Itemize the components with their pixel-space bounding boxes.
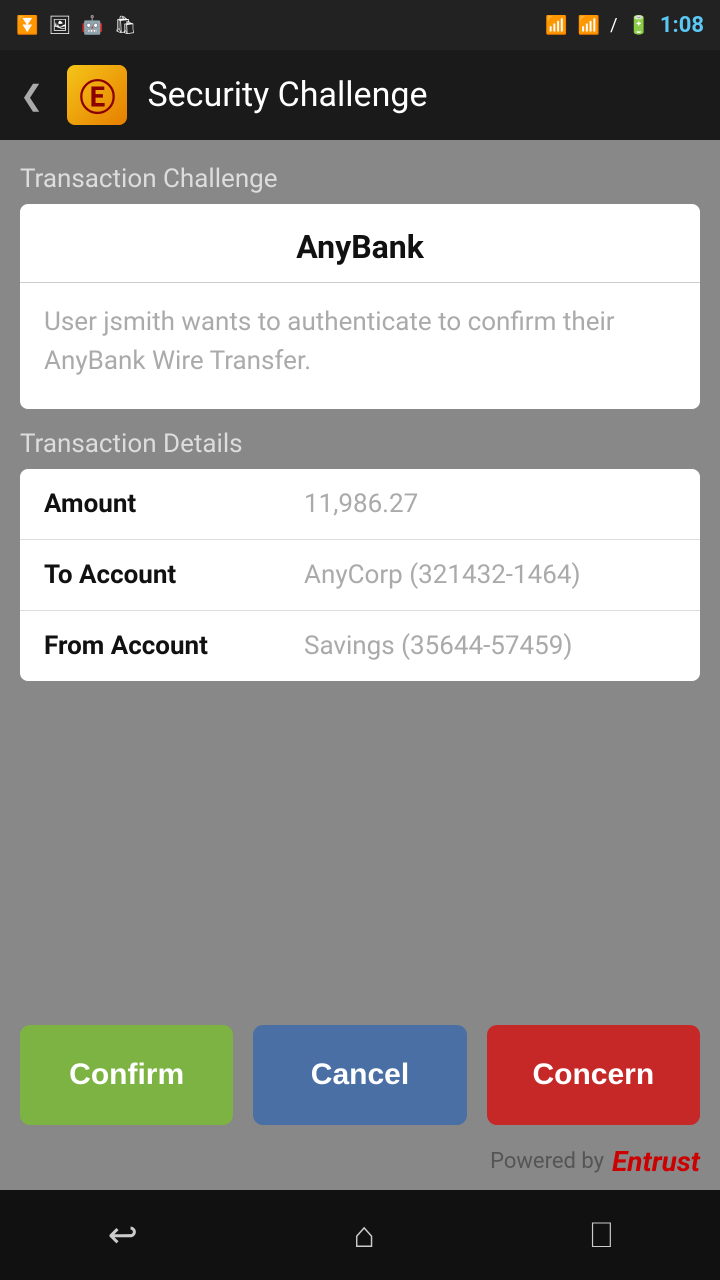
challenge-message: User jsmith wants to authenticate to con… xyxy=(20,283,700,409)
app-bar-title: Security Challenge xyxy=(147,75,427,115)
download-icon: ⏬ xyxy=(16,15,38,36)
to-account-label: To Account xyxy=(44,560,304,590)
status-bar: ⏬ 🖼 🤖 🛍 📶 📶 / 🔋 1:08 xyxy=(0,0,720,50)
transaction-details-label: Transaction Details xyxy=(20,429,700,459)
nav-recents-icon[interactable]: ⎕ xyxy=(591,1214,613,1257)
transaction-details-section: Transaction Details Amount 11,986.27 To … xyxy=(20,429,700,681)
bluetooth-icon: 📶 xyxy=(545,15,567,36)
battery-icon: 🔋 xyxy=(628,15,650,36)
main-content: Transaction Challenge AnyBank User jsmit… xyxy=(0,140,720,1025)
to-account-value: AnyCorp (321432-1464) xyxy=(304,560,581,590)
wifi-icon: 📶 xyxy=(578,15,600,36)
transaction-challenge-card: AnyBank User jsmith wants to authenticat… xyxy=(20,204,700,409)
back-button[interactable]: ❮ xyxy=(20,79,43,112)
from-account-value: Savings (35644-57459) xyxy=(304,631,572,661)
table-row: To Account AnyCorp (321432-1464) xyxy=(20,540,700,611)
table-row: From Account Savings (35644-57459) xyxy=(20,611,700,681)
app-bar: ❮ Ⓔ Security Challenge xyxy=(0,50,720,140)
table-row: Amount 11,986.27 xyxy=(20,469,700,540)
status-time: 1:08 xyxy=(660,13,704,38)
nav-home-icon[interactable]: ⌂ xyxy=(353,1214,375,1256)
from-account-label: From Account xyxy=(44,631,304,661)
status-icons-left: ⏬ 🖼 🤖 🛍 xyxy=(16,15,137,36)
bag-icon: 🛍 xyxy=(114,15,137,36)
image-icon: 🖼 xyxy=(48,15,71,36)
confirm-button[interactable]: Confirm xyxy=(20,1025,233,1125)
android-icon: 🤖 xyxy=(81,15,103,36)
amount-label: Amount xyxy=(44,489,304,519)
amount-value: 11,986.27 xyxy=(304,489,418,519)
navigation-bar: ↩ ⌂ ⎕ xyxy=(0,1190,720,1280)
nav-back-icon[interactable]: ↩ xyxy=(108,1214,138,1256)
status-icons-right: 📶 📶 / 🔋 1:08 xyxy=(545,13,704,38)
action-buttons: Confirm Cancel Concern xyxy=(0,1025,720,1145)
powered-by-text: Powered by xyxy=(490,1149,604,1174)
powered-by-brand: Entrust xyxy=(612,1145,700,1178)
cancel-button[interactable]: Cancel xyxy=(253,1025,466,1125)
concern-button[interactable]: Concern xyxy=(487,1025,700,1125)
powered-by: Powered by Entrust xyxy=(0,1145,720,1190)
transaction-details-card: Amount 11,986.27 To Account AnyCorp (321… xyxy=(20,469,700,681)
transaction-challenge-section: Transaction Challenge AnyBank User jsmit… xyxy=(20,164,700,409)
transaction-challenge-label: Transaction Challenge xyxy=(20,164,700,194)
app-icon: Ⓔ xyxy=(67,65,127,125)
signal-icon: / xyxy=(610,15,617,36)
bank-name: AnyBank xyxy=(20,204,700,283)
